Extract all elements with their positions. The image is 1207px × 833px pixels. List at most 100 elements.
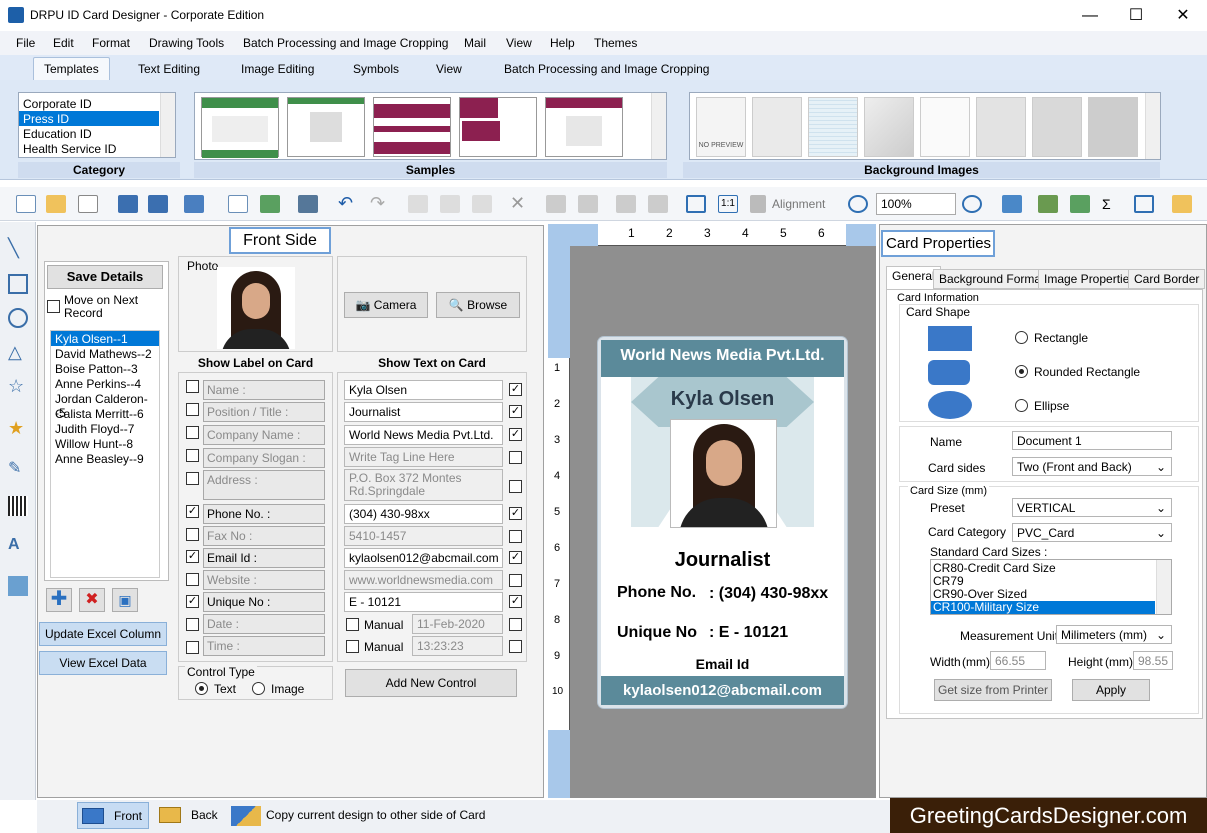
excel-icon[interactable]	[1070, 195, 1090, 213]
label-checkbox-date[interactable]	[186, 618, 199, 631]
open-icon[interactable]	[46, 195, 66, 213]
rounded-rectangle-shape-icon[interactable]	[928, 360, 970, 385]
menu-mail[interactable]: Mail	[464, 36, 486, 50]
menu-file[interactable]: File	[16, 36, 35, 50]
label-checkbox-name[interactable]	[186, 380, 199, 393]
add-record-button[interactable]: ✚	[46, 588, 72, 612]
id-card-preview[interactable]: World News Media Pvt.Ltd. Kyla Olsen Jou…	[598, 337, 847, 708]
add-new-control-button[interactable]: Add New Control	[345, 669, 517, 697]
card-unique-value[interactable]: : E - 10121	[709, 624, 788, 642]
text-checkbox-company-slogan[interactable]	[509, 451, 522, 464]
record-item[interactable]: Anne Perkins--4	[51, 376, 159, 391]
unlock-icon[interactable]	[648, 195, 668, 213]
text-fax[interactable]: 5410-1457	[344, 526, 503, 546]
document-name-input[interactable]: Document 1	[1012, 431, 1172, 450]
label-name[interactable]: Name :	[203, 380, 325, 400]
samples-scrollbar[interactable]	[651, 93, 666, 159]
tab-card-border[interactable]: Card Border	[1128, 269, 1206, 289]
alignment-dropdown[interactable]: Alignment	[772, 197, 825, 211]
card-job-title[interactable]: Journalist	[601, 549, 844, 572]
record-item[interactable]: Kyla Olsen--1	[51, 331, 159, 346]
text-company-name[interactable]: World News Media Pvt.Ltd.	[344, 425, 503, 445]
menu-view[interactable]: View	[506, 36, 532, 50]
text-checkbox-date[interactable]	[509, 618, 522, 631]
label-phone[interactable]: Phone No. :	[203, 504, 325, 524]
label-checkbox-website[interactable]	[186, 573, 199, 586]
sample-thumbnail[interactable]	[459, 97, 537, 157]
sample-thumbnail[interactable]	[201, 97, 279, 158]
tab-batch-processing[interactable]: Batch Processing and Image Cropping	[504, 62, 709, 76]
label-position[interactable]: Position / Title :	[203, 402, 325, 422]
control-type-image-radio[interactable]	[252, 682, 265, 695]
tab-templates[interactable]: Templates	[33, 57, 110, 80]
category-item[interactable]: Education ID	[19, 126, 159, 141]
background-thumbnail[interactable]	[976, 97, 1026, 157]
view-excel-data-button[interactable]: View Excel Data	[39, 651, 167, 675]
rectangle-shape-icon[interactable]	[928, 326, 972, 351]
card-email-value[interactable]: kylaolsen012@abcmail.com	[601, 682, 844, 699]
label-checkbox-time[interactable]	[186, 641, 199, 654]
label-date[interactable]: Date :	[203, 614, 325, 634]
text-email[interactable]: kylaolsen012@abcmail.com	[344, 548, 503, 568]
text-tool-icon[interactable]: A	[8, 536, 28, 556]
label-website[interactable]: Website :	[203, 570, 325, 590]
record-item[interactable]: Willow Hunt--8	[51, 436, 159, 451]
camera-button[interactable]: 📷 Camera	[344, 292, 428, 318]
record-item[interactable]: David Mathews--2	[51, 346, 159, 361]
new-icon[interactable]	[16, 195, 36, 213]
label-address[interactable]: Address :	[203, 470, 325, 500]
photo-thumbnail[interactable]	[217, 267, 295, 349]
category-scrollbar[interactable]	[160, 93, 175, 157]
save-as-icon[interactable]	[148, 195, 168, 213]
paste-icon[interactable]	[472, 195, 492, 213]
formula-icon[interactable]: Σ	[1102, 195, 1122, 213]
background-thumbnail[interactable]	[752, 97, 802, 157]
star-tool-icon[interactable]: ☆	[8, 376, 28, 396]
card-person-name[interactable]: Kyla Olsen	[601, 388, 844, 411]
text-position[interactable]: Journalist	[344, 402, 503, 422]
sample-thumbnail[interactable]	[287, 97, 365, 157]
grid-icon[interactable]	[1002, 195, 1022, 213]
standard-size-item[interactable]: CR80-Credit Card Size	[931, 562, 1155, 575]
background-thumbnail[interactable]	[864, 97, 914, 157]
close-button[interactable]: ✕	[1160, 0, 1206, 31]
rectangle-tool-icon[interactable]	[8, 274, 28, 294]
label-checkbox-company-slogan[interactable]	[186, 449, 199, 462]
tab-background-format[interactable]: Background Format	[933, 269, 1051, 289]
barcode-tool-icon[interactable]	[8, 496, 28, 516]
tab-view[interactable]: View	[436, 62, 462, 76]
sample-thumbnail[interactable]	[545, 97, 623, 157]
save-record-icon[interactable]: ▣	[112, 588, 138, 612]
height-input[interactable]: 98.55	[1133, 651, 1173, 670]
control-type-text-radio[interactable]	[195, 682, 208, 695]
image-icon[interactable]	[260, 195, 280, 213]
background-thumbnail[interactable]	[808, 97, 858, 157]
label-company-name[interactable]: Company Name :	[203, 425, 325, 445]
record-item[interactable]: Anne Beasley--9	[51, 451, 159, 466]
shape-ellipse-radio[interactable]	[1015, 399, 1028, 412]
save-details-button[interactable]: Save Details	[47, 265, 163, 289]
zoom-out-icon[interactable]	[962, 195, 982, 213]
alignment-icon[interactable]	[750, 195, 766, 213]
menu-batch-processing[interactable]: Batch Processing and Image Cropping	[243, 36, 448, 50]
text-unique-no[interactable]: E - 10121	[344, 592, 503, 612]
back-side-button[interactable]: Back	[155, 802, 225, 829]
properties-icon[interactable]	[228, 195, 248, 213]
text-name[interactable]: Kyla Olsen	[344, 380, 503, 400]
background-thumbnail[interactable]	[1032, 97, 1082, 157]
copy-icon[interactable]	[440, 195, 460, 213]
card-unique-label[interactable]: Unique No	[617, 624, 697, 642]
standard-sizes-scrollbar[interactable]	[1156, 560, 1171, 614]
width-input[interactable]: 66.55	[990, 651, 1046, 670]
text-checkbox-name[interactable]: ✓	[509, 383, 522, 396]
update-excel-column-button[interactable]: Update Excel Column	[39, 622, 167, 646]
move-next-checkbox[interactable]	[47, 300, 60, 313]
text-checkbox-address[interactable]	[509, 480, 522, 493]
menu-help[interactable]: Help	[550, 36, 575, 50]
background-thumbnail[interactable]	[920, 97, 970, 157]
label-fax[interactable]: Fax No :	[203, 526, 325, 546]
cut-icon[interactable]	[408, 195, 428, 213]
text-website[interactable]: www.worldnewsmedia.com	[344, 570, 503, 590]
fit-to-window-icon[interactable]	[686, 195, 706, 213]
menu-themes[interactable]: Themes	[594, 36, 637, 50]
